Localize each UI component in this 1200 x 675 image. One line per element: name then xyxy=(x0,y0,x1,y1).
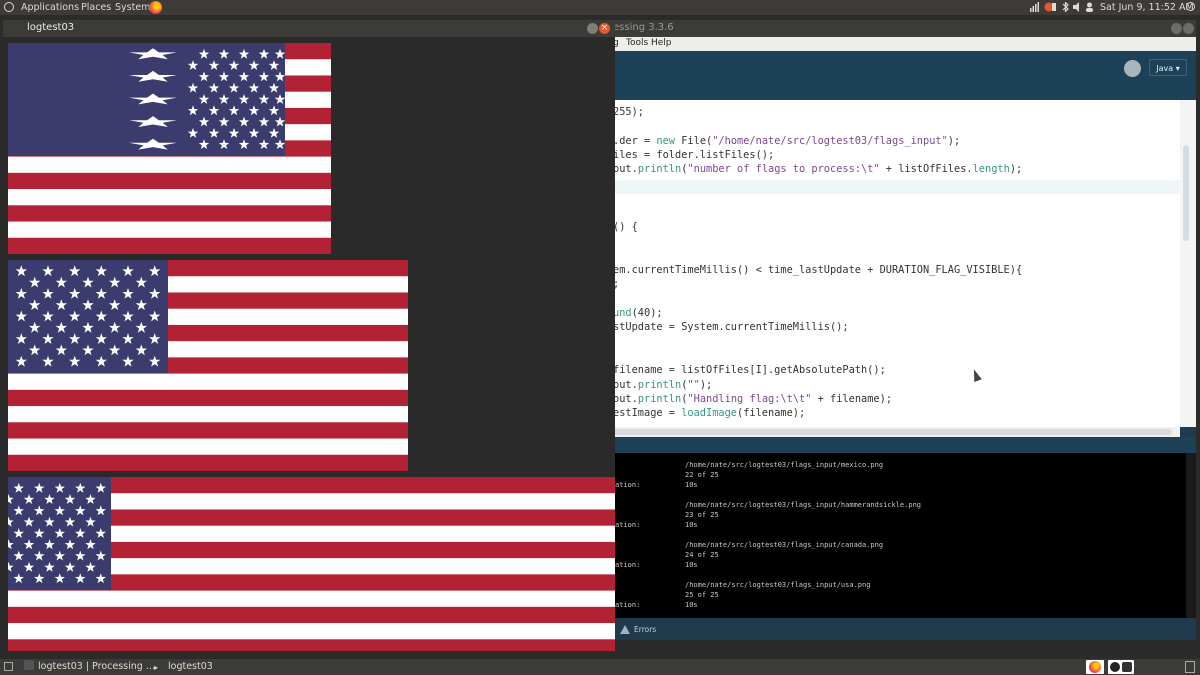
console-count: 24 of 25 xyxy=(685,551,719,559)
processing-tray-button[interactable] xyxy=(1108,660,1134,674)
applications-menu[interactable]: Applications xyxy=(21,1,79,14)
places-menu[interactable]: Places xyxy=(81,1,111,14)
sketch-titlebar[interactable]: logtest03 × xyxy=(3,20,615,37)
console-path: /home/nate/src/logtest03/flags_input/can… xyxy=(685,541,884,549)
flag-small xyxy=(8,43,331,254)
code-line: () { xyxy=(613,220,638,233)
console-label: ation: xyxy=(615,561,641,569)
code-line: .der = new File("/home/nate/src/logtest0… xyxy=(613,134,961,147)
warning-icon xyxy=(620,625,630,634)
flag-stripe xyxy=(8,205,331,222)
code-line: und(40); xyxy=(613,306,663,319)
sketch-app-icon: ▸ xyxy=(154,663,159,672)
taskbar-item-sketch[interactable]: ▸ logtest03 xyxy=(154,660,213,674)
power-icon[interactable] xyxy=(1186,2,1195,11)
flag-stripe xyxy=(8,237,331,254)
flag-stripe xyxy=(8,606,615,624)
ubuntu-logo-icon[interactable] xyxy=(4,2,14,12)
console-label: ation: xyxy=(615,601,641,609)
system-menu[interactable]: System xyxy=(115,1,150,14)
flag-stripe xyxy=(8,623,615,640)
console-scrollbar[interactable] xyxy=(1186,453,1196,618)
taskbar-item-ide[interactable]: logtest03 | Processing ... xyxy=(24,660,155,674)
code-editor[interactable]: 255); .der = new File("/home/nate/src/log… xyxy=(560,100,1180,427)
console-label: ation: xyxy=(615,481,641,489)
console-path: /home/nate/src/logtest03/flags_input/usa… xyxy=(685,581,871,589)
code-line: out.println(""); xyxy=(613,378,713,391)
code-line: 255); xyxy=(613,106,644,118)
trash-icon[interactable] xyxy=(1185,661,1195,673)
editor-hscroll-thumb[interactable] xyxy=(560,429,1172,435)
debugger-icon[interactable] xyxy=(1124,60,1141,77)
console-path: /home/nate/src/logtest03/flags_input/mex… xyxy=(685,461,884,469)
show-desktop-icon[interactable] xyxy=(4,662,13,671)
flag-stripe xyxy=(8,639,615,651)
flag-stripe xyxy=(8,373,408,391)
code-line: iles = folder.listFiles(); xyxy=(613,149,775,162)
console-count: 23 of 25 xyxy=(685,511,719,519)
flag-stripe xyxy=(8,172,331,190)
flag-stripe xyxy=(8,590,615,608)
processing-ide-window: essing 3.3.6 g Tools Help Java ▾ 255); .d… xyxy=(560,20,1196,640)
console-label: ation: xyxy=(615,521,641,529)
code-line: estImage = loadImage(filename); xyxy=(613,407,806,420)
console-duration: 10s xyxy=(685,601,698,609)
console-output[interactable]: /home/nate/src/logtest03/flags_input/mex… xyxy=(560,453,1186,618)
ide-close-button[interactable] xyxy=(1183,23,1194,34)
flag-stripe xyxy=(8,221,331,239)
taskbar-item-sketch-label: logtest03 xyxy=(168,661,213,672)
ide-toolbar xyxy=(560,51,1196,100)
flag-large xyxy=(8,477,615,651)
ide-menubar: g Tools Help xyxy=(560,37,1196,51)
console-count: 25 of 25 xyxy=(685,591,719,599)
bottom-panel: logtest03 | Processing ... ▸ logtest03 xyxy=(0,659,1200,675)
code-line: em.currentTimeMillis() < time_lastUpdate… xyxy=(613,263,1023,276)
flag-stripe xyxy=(8,454,408,471)
update-notifier-icon[interactable] xyxy=(1044,2,1056,12)
menu-help[interactable]: Help xyxy=(651,38,672,48)
flag-stripe xyxy=(8,422,408,439)
flag-medium xyxy=(8,260,408,471)
sketch-minimize-button[interactable] xyxy=(587,23,598,34)
console-path: /home/nate/src/logtest03/flags_input/ham… xyxy=(685,501,922,509)
editor-scroll-thumb[interactable] xyxy=(1183,145,1189,241)
clock[interactable]: Sat Jun 9, 11:52 AM xyxy=(1100,1,1194,14)
ide-minimize-button[interactable] xyxy=(1171,23,1182,34)
code-line: out.println("number of flags to process:… xyxy=(613,163,1023,176)
flag-stripe xyxy=(8,389,408,407)
console-duration: 10s xyxy=(685,561,698,569)
network-icon[interactable] xyxy=(1030,2,1039,12)
sketch-close-button[interactable]: × xyxy=(599,23,610,34)
menu-tools[interactable]: Tools xyxy=(626,38,648,48)
ide-window-title: essing 3.3.6 xyxy=(613,22,674,33)
taskbar-item-ide-label: logtest03 | Processing ... xyxy=(38,661,155,672)
volume-icon[interactable] xyxy=(1073,2,1082,12)
bluetooth-icon[interactable] xyxy=(1061,1,1070,13)
code-line: filename = listOfFiles[I].getAbsolutePat… xyxy=(613,364,886,377)
top-panel: Applications Places System Sat Jun 9, 11… xyxy=(0,0,1200,15)
code-line: out.println("Handling flag:\t\t" + filen… xyxy=(613,393,893,405)
mode-selector[interactable]: Java ▾ xyxy=(1149,59,1187,76)
processing-icon xyxy=(24,660,34,670)
firefox-tray-button[interactable] xyxy=(1086,660,1104,674)
errors-tab[interactable]: Errors xyxy=(634,625,656,634)
flag-stripe xyxy=(8,189,331,206)
sketch-window: logtest03 × xyxy=(3,20,615,651)
flag-stripe xyxy=(8,438,408,456)
console-duration: 10s xyxy=(685,521,698,529)
editor-console-divider[interactable] xyxy=(560,437,1196,453)
sketch-window-title: logtest03 xyxy=(27,22,75,33)
ide-titlebar[interactable]: essing 3.3.6 xyxy=(560,20,1196,37)
code-line: stUpdate = System.currentTimeMillis(); xyxy=(613,321,849,334)
console-count: 22 of 25 xyxy=(685,471,719,479)
console-duration: 10s xyxy=(685,481,698,489)
current-line-highlight xyxy=(560,180,1180,194)
user-icon[interactable] xyxy=(1085,2,1094,12)
flag-stripe xyxy=(8,156,331,174)
firefox-launcher-icon[interactable] xyxy=(149,1,162,14)
flag-stripe xyxy=(8,406,408,423)
